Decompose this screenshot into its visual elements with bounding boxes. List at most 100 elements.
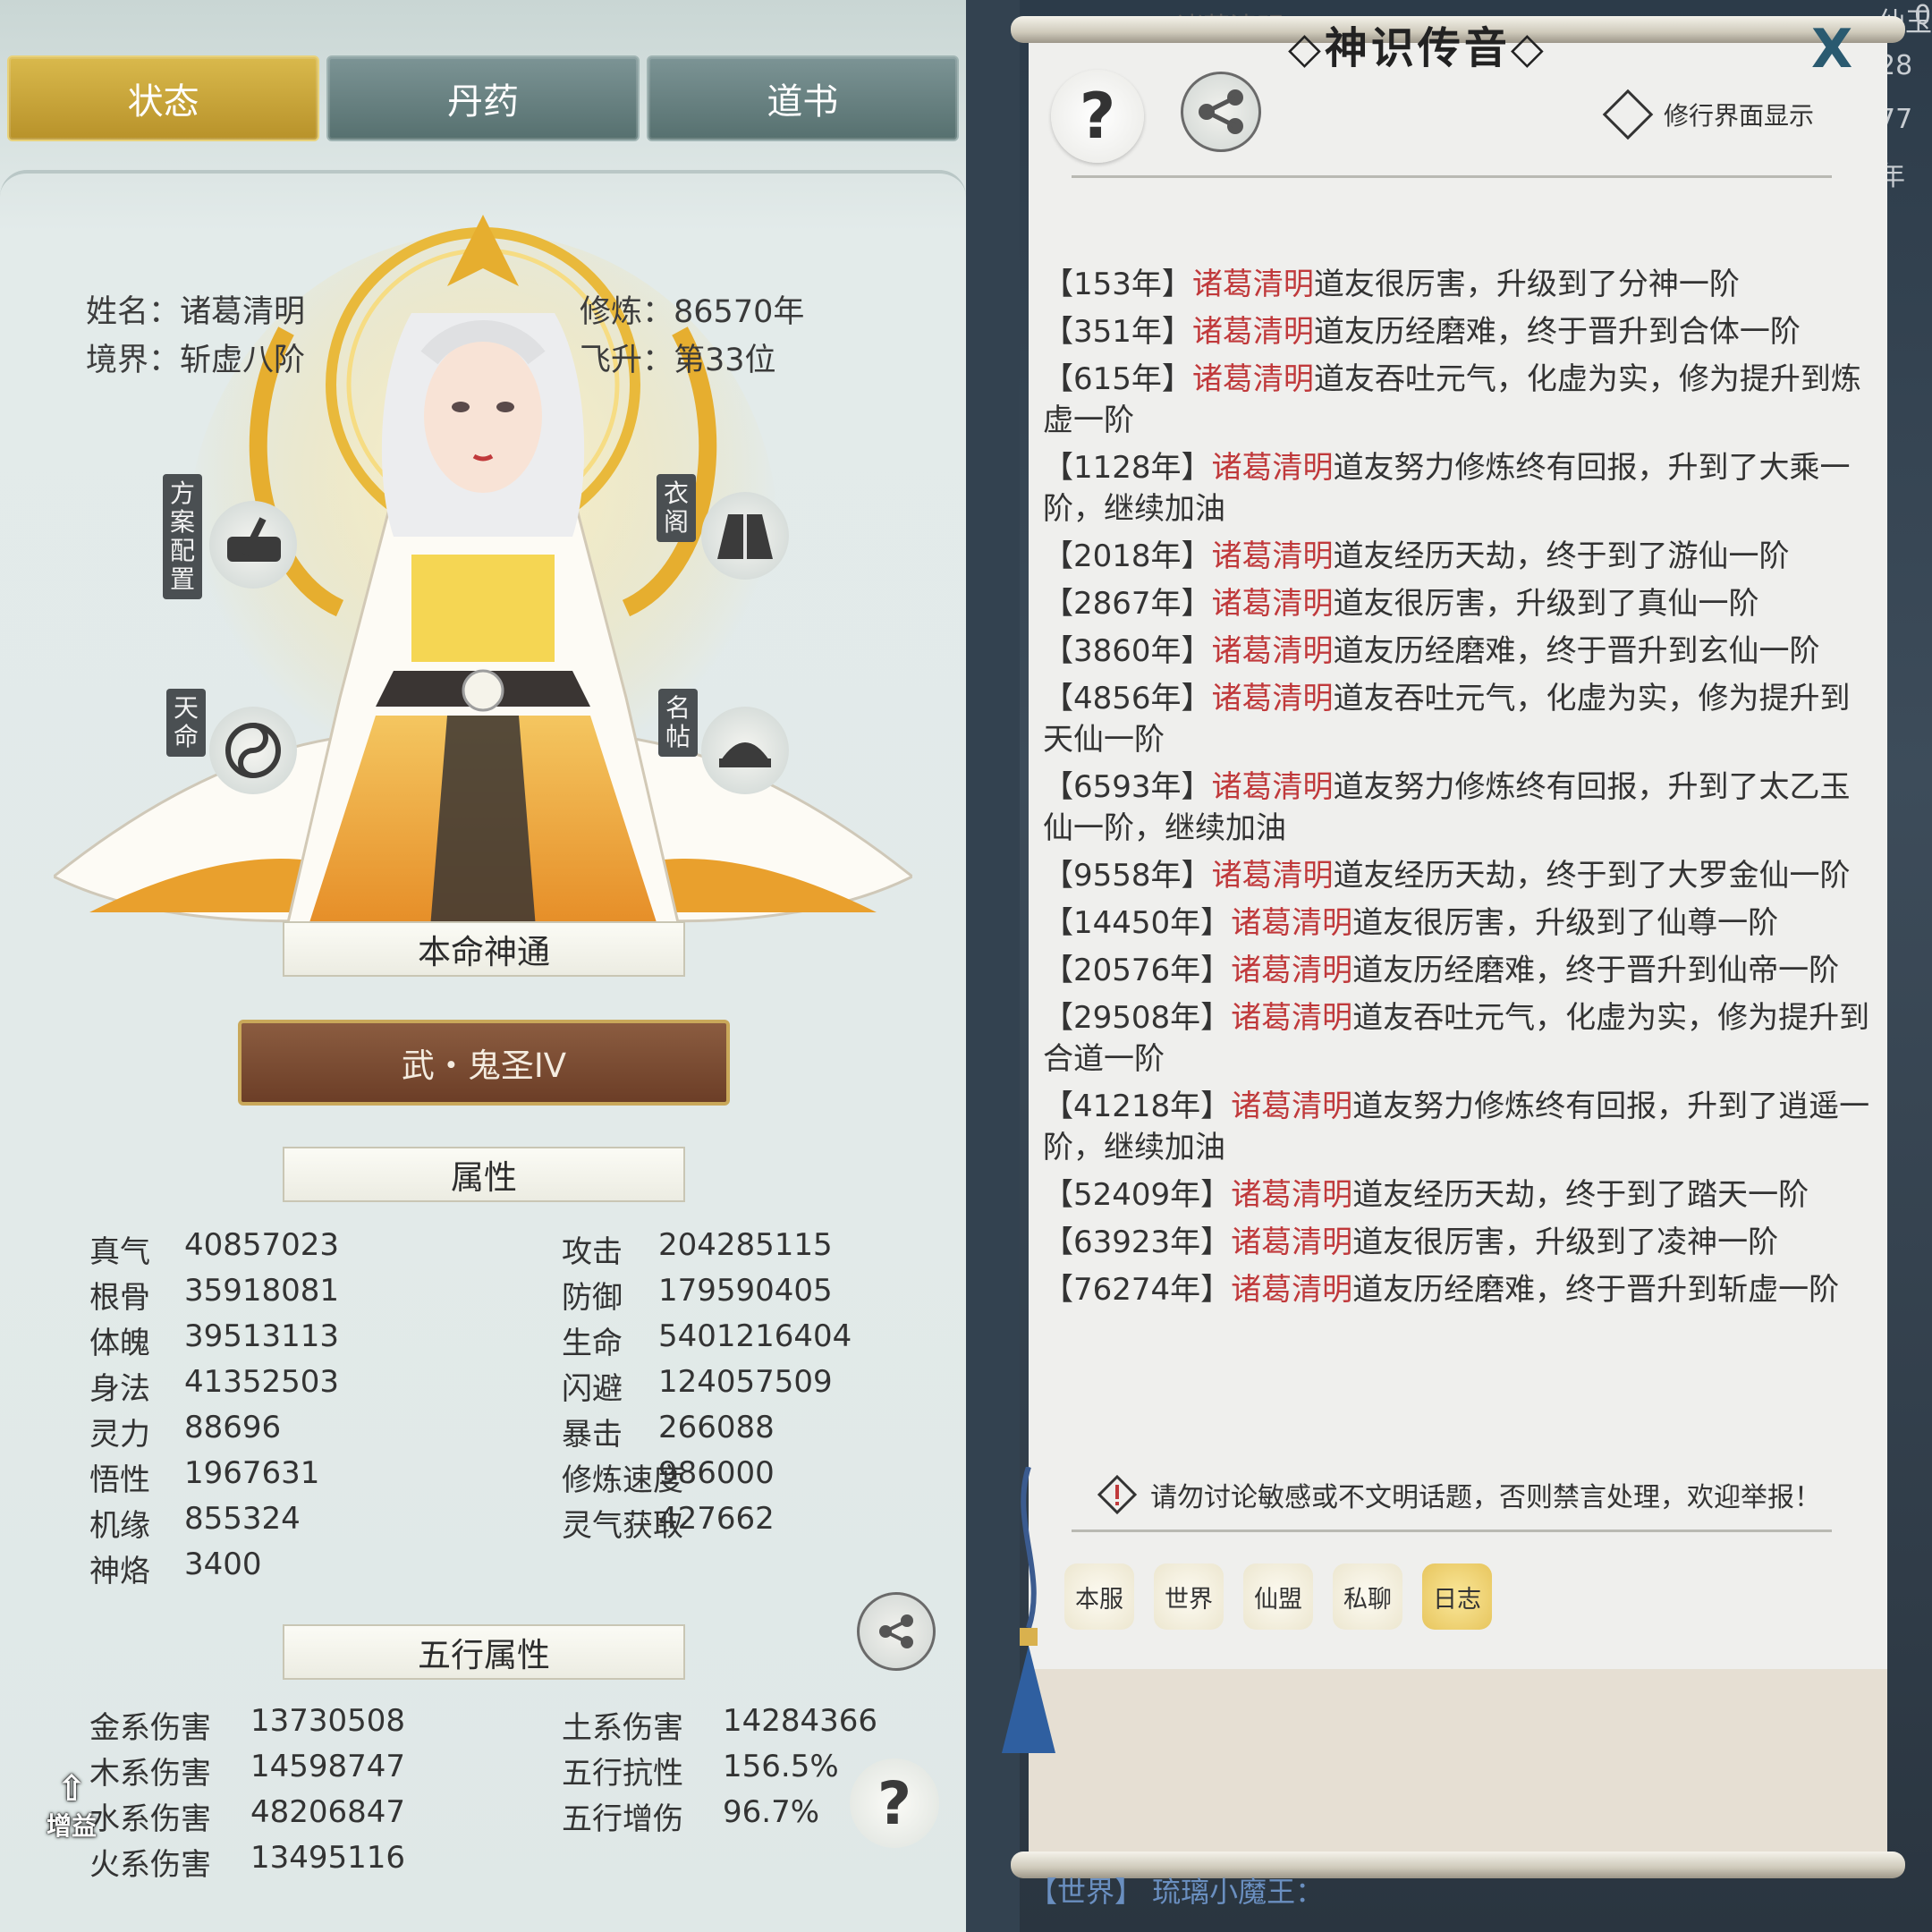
log-entry: 【615年】诸葛清明道友吞吐元气，化虚为实，修为提升到炼虚一阶 (1043, 359, 1875, 441)
attribute-label: 土系伤害 (562, 1710, 683, 1746)
help-button[interactable]: ? (1051, 70, 1144, 163)
divider (1072, 1530, 1832, 1532)
share-button[interactable] (857, 1592, 936, 1671)
attribute-row: 闪避 124057509 (562, 1364, 833, 1408)
close-button[interactable]: X (1811, 18, 1852, 80)
log-year: 【9558年】 (1043, 858, 1212, 894)
log-player-name[interactable]: 诸葛清明 (1212, 538, 1334, 574)
attribute-label: 火系伤害 (89, 1847, 211, 1883)
channel-world[interactable]: 世界 (1154, 1563, 1224, 1630)
attribute-value: 3400 (184, 1546, 262, 1582)
innate-skill-title: 本命神通 (283, 921, 685, 977)
boost-button[interactable]: ⇧ 增益 (36, 1771, 107, 1852)
log-entry: 【14450年】诸葛清明道友很厉害，升级到了仙尊一阶 (1043, 902, 1875, 944)
attribute-label: 金系伤害 (89, 1710, 211, 1746)
cultivation-row: 修炼：86570年 (580, 286, 804, 332)
robe-icon (701, 492, 789, 580)
log-player-name[interactable]: 诸葛清明 (1231, 1089, 1352, 1124)
attribute-value: 39513113 (184, 1318, 340, 1354)
attribute-row: 根骨 35918081 (89, 1273, 339, 1317)
channel-alliance[interactable]: 仙盟 (1243, 1563, 1313, 1630)
attribute-label: 真气 (89, 1234, 150, 1270)
scroll-title: ◇神识传音◇ (1288, 23, 1547, 73)
attribute-value: 179590405 (658, 1273, 833, 1309)
log-year: 【41218年】 (1043, 1089, 1232, 1124)
log-list[interactable]: 【153年】诸葛清明道友很厉害，升级到了分神一阶 【351年】诸葛清明道友历经磨难… (1043, 264, 1875, 1317)
log-player-name[interactable]: 诸葛清明 (1212, 769, 1334, 805)
log-player-name[interactable]: 诸葛清明 (1212, 681, 1334, 716)
log-text: 道友历经磨难，终于晋升到斩虚一阶 (1352, 1272, 1840, 1308)
log-year: 【63923年】 (1043, 1224, 1232, 1260)
log-player-name[interactable]: 诸葛清明 (1192, 267, 1314, 302)
attribute-value: 14284366 (723, 1703, 878, 1739)
attribute-value: 5401216404 (658, 1318, 852, 1354)
log-entry: 【1128年】诸葛清明道友努力修炼终有回报，升到了大乘一阶，继续加油 (1043, 447, 1875, 530)
log-player-name[interactable]: 诸葛清明 (1192, 361, 1314, 397)
attribute-row: 身法 41352503 (89, 1364, 339, 1408)
attribute-value: 14598747 (250, 1749, 406, 1784)
log-entry: 【153年】诸葛清明道友很厉害，升级到了分神一阶 (1043, 264, 1875, 305)
attribute-label: 生命 (562, 1326, 623, 1361)
attribute-value: 986000 (658, 1455, 775, 1491)
tab-pills[interactable]: 丹药 (326, 55, 640, 141)
log-player-name[interactable]: 诸葛清明 (1231, 1224, 1352, 1260)
attribute-label: 防御 (562, 1280, 623, 1316)
log-text: 道友经历天劫，终于到了游仙一阶 (1333, 538, 1790, 574)
log-year: 【14450年】 (1043, 905, 1232, 941)
channel-log[interactable]: 日志 (1422, 1563, 1492, 1630)
log-text: 道友很厉害，升级到了真仙一阶 (1333, 586, 1759, 622)
log-player-name[interactable]: 诸葛清明 (1231, 905, 1352, 941)
log-player-name[interactable]: 诸葛清明 (1212, 633, 1334, 669)
log-text: 道友很厉害，升级到了仙尊一阶 (1352, 905, 1779, 941)
log-entry: 【351年】诸葛清明道友历经磨难，终于晋升到合体一阶 (1043, 311, 1875, 352)
log-year: 【2867年】 (1043, 586, 1212, 622)
log-player-name[interactable]: 诸葛清明 (1192, 314, 1314, 350)
attribute-value: 13495116 (250, 1840, 406, 1876)
toggle-label: 修行界面显示 (1664, 101, 1815, 131)
practice-display-toggle[interactable]: 修行界面显示 (1602, 89, 1815, 140)
tab-status[interactable]: 状态 (7, 55, 320, 141)
innate-skill-button[interactable]: 武・鬼圣IV (238, 1020, 730, 1106)
innate-skill-value: 武・鬼圣IV (401, 1046, 567, 1085)
name-value: 诸葛清明 (180, 294, 306, 330)
log-entry: 【3860年】诸葛清明道友历经磨难，终于晋升到玄仙一阶 (1043, 631, 1875, 672)
attribute-row: 神烙 3400 (89, 1546, 262, 1590)
attribute-row: 攻击 204285115 (562, 1227, 833, 1271)
log-player-name[interactable]: 诸葛清明 (1231, 1272, 1352, 1308)
attribute-value: 855324 (184, 1501, 301, 1537)
log-entry: 【9558年】诸葛清明道友经历天劫，终于到了大罗金仙一阶 (1043, 855, 1875, 896)
attribute-label: 攻击 (562, 1234, 623, 1270)
share-button[interactable] (1181, 72, 1261, 152)
log-player-name[interactable]: 诸葛清明 (1212, 858, 1334, 894)
log-player-name[interactable]: 诸葛清明 (1212, 450, 1334, 486)
log-text: 道友很厉害，升级到了凌神一阶 (1352, 1224, 1779, 1260)
log-entry: 【20576年】诸葛清明道友历经磨难，终于晋升到仙帝一阶 (1043, 950, 1875, 991)
log-entry: 【29508年】诸葛清明道友吞吐元气，化虚为实，修为提升到合道一阶 (1043, 997, 1875, 1080)
share-icon (1199, 89, 1243, 134)
attribute-label: 暴击 (562, 1417, 623, 1453)
attribute-value: 35918081 (184, 1273, 340, 1309)
channel-private[interactable]: 私聊 (1333, 1563, 1402, 1630)
channel-tabs: 本服 世界 仙盟 私聊 日志 (1064, 1563, 1492, 1630)
log-entry: 【76274年】诸葛清明道友历经磨难，终于晋升到斩虚一阶 (1043, 1269, 1875, 1310)
log-year: 【351年】 (1043, 314, 1192, 350)
log-player-name[interactable]: 诸葛清明 (1231, 953, 1352, 988)
attribute-value: 1967631 (184, 1455, 320, 1491)
log-entry: 【63923年】诸葛清明道友很厉害，升级到了凌神一阶 (1043, 1222, 1875, 1263)
attribute-row: 灵力 88696 (89, 1410, 281, 1453)
share-icon (879, 1614, 913, 1648)
help-button[interactable]: ? (850, 1758, 939, 1848)
log-text: 道友历经磨难，终于晋升到仙帝一阶 (1352, 953, 1840, 988)
log-player-name[interactable]: 诸葛清明 (1212, 586, 1334, 622)
attribute-value: 124057509 (658, 1364, 833, 1400)
elements-title: 五行属性 (283, 1624, 685, 1680)
attribute-label: 灵力 (89, 1417, 150, 1453)
divider (1072, 175, 1832, 178)
log-player-name[interactable]: 诸葛清明 (1231, 1000, 1352, 1036)
tab-books[interactable]: 道书 (646, 55, 959, 141)
attribute-row: 五行增伤 96.7% (562, 1794, 819, 1838)
attribute-label: 闪避 (562, 1371, 623, 1407)
log-year: 【4856年】 (1043, 681, 1212, 716)
plan-config-label: 方案配置 (163, 474, 202, 599)
log-player-name[interactable]: 诸葛清明 (1231, 1177, 1352, 1213)
